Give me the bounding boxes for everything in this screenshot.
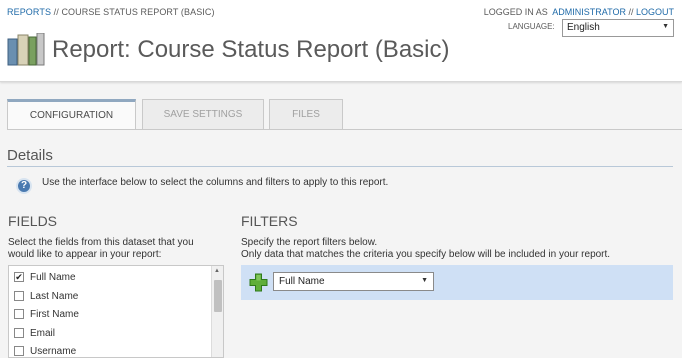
help-icon: ? <box>16 178 32 194</box>
scrollbar-thumb[interactable] <box>214 280 222 312</box>
logged-in-label: LOGGED IN AS <box>483 7 548 17</box>
tab-configuration[interactable]: CONFIGURATION <box>7 99 136 130</box>
field-label: Email <box>30 328 56 339</box>
tab-files[interactable]: FILES <box>269 99 343 130</box>
header-bar: REPORTS // COURSE STATUS REPORT (BASIC) … <box>0 0 682 82</box>
details-title: Details <box>7 147 53 164</box>
chevron-down-icon: ▼ <box>662 23 669 30</box>
fields-title: FIELDS <box>8 213 58 229</box>
language-select[interactable]: English ▼ <box>562 19 674 37</box>
breadcrumb-separator: // <box>51 7 62 17</box>
fields-description-line-1: Select the fields from this dataset that… <box>8 237 194 248</box>
field-label: Username <box>30 346 77 357</box>
page-title: Report: Course Status Report (Basic) <box>52 36 450 63</box>
filters-title: FILTERS <box>241 213 298 229</box>
field-label: Full Name <box>30 272 76 283</box>
field-checkbox[interactable]: ✔ <box>14 272 24 282</box>
filter-field-select-value: Full Name <box>279 276 325 287</box>
filters-description-line-2: Only data that matches the criteria you … <box>241 249 611 260</box>
tab-divider <box>7 129 682 130</box>
breadcrumb: REPORTS // COURSE STATUS REPORT (BASIC) <box>7 7 215 17</box>
details-divider <box>7 166 673 167</box>
report-icon <box>7 33 45 66</box>
field-checkbox[interactable] <box>14 309 24 319</box>
userbar-separator: // <box>625 7 636 17</box>
user-link[interactable]: ADMINISTRATOR <box>552 7 626 17</box>
fields-list[interactable]: ✔ Full Name Last Name First Name Email U… <box>8 265 224 358</box>
filter-field-select[interactable]: Full Name ▼ <box>273 272 434 291</box>
filters-description-line-1: Specify the report filters below. <box>241 237 378 248</box>
field-checkbox[interactable] <box>14 346 24 356</box>
filter-row: Full Name ▼ <box>241 265 673 300</box>
field-checkbox[interactable] <box>14 291 24 301</box>
fields-description-line-2: would like to appear in your report: <box>8 249 162 260</box>
field-label: Last Name <box>30 291 79 302</box>
fields-description: Select the fields from this dataset that… <box>8 237 223 261</box>
field-checkbox[interactable] <box>14 328 24 338</box>
breadcrumb-reports-link[interactable]: REPORTS <box>7 7 51 17</box>
filters-description: Specify the report filters below. Only d… <box>241 237 610 261</box>
language-label: LANGUAGE: <box>508 22 555 31</box>
breadcrumb-current: COURSE STATUS REPORT (BASIC) <box>61 7 215 17</box>
fields-scrollbar[interactable]: ▲ <box>211 266 223 357</box>
tab-save-settings[interactable]: SAVE SETTINGS <box>142 99 264 130</box>
scroll-up-arrow-icon[interactable]: ▲ <box>214 268 220 274</box>
user-bar: LOGGED IN AS ADMINISTRATOR // LOGOUT <box>484 7 674 17</box>
logout-link[interactable]: LOGOUT <box>636 7 674 17</box>
language-select-value: English <box>567 22 600 33</box>
details-info-text: Use the interface below to select the co… <box>42 177 389 188</box>
add-plus-icon[interactable] <box>249 273 268 292</box>
field-label: First Name <box>30 309 79 320</box>
chevron-down-icon: ▼ <box>421 277 428 284</box>
